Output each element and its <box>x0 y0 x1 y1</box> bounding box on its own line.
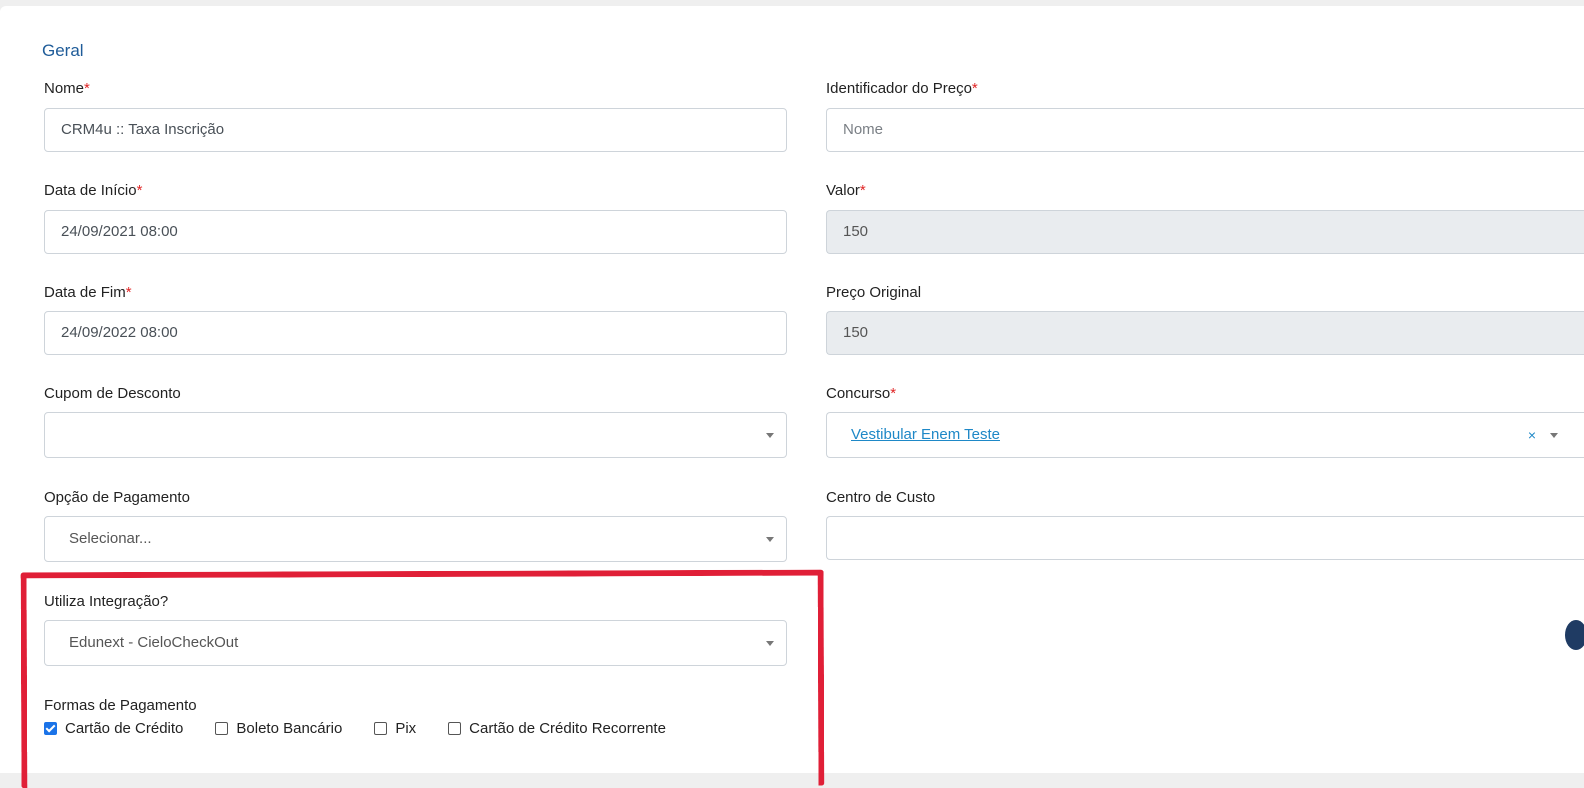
data-fim-label: Data de Fim* <box>44 284 132 301</box>
cupom-label: Cupom de Desconto <box>44 385 181 402</box>
required-mark: * <box>125 284 132 301</box>
clear-icon[interactable]: × <box>1528 413 1536 457</box>
nome-label: Nome* <box>44 80 90 97</box>
cupom-select[interactable] <box>44 412 787 458</box>
required-mark: * <box>136 182 143 199</box>
data-inicio-label-text: Data de Início <box>44 182 137 199</box>
chevron-down-icon <box>766 537 774 542</box>
concurso-select[interactable]: Vestibular Enem Teste × <box>826 412 1584 458</box>
chevron-down-icon <box>766 433 774 438</box>
preco-original-label: Preço Original <box>826 284 922 301</box>
data-fim-label-text: Data de Fim <box>44 284 126 301</box>
opcao-pagamento-select[interactable]: Selecionar... <box>44 516 787 562</box>
concurso-label-text: Concurso <box>826 385 891 402</box>
concurso-label: Concurso* <box>826 385 896 402</box>
preco-original-input: 150 <box>826 311 1584 355</box>
required-mark: * <box>890 385 897 402</box>
data-inicio-input[interactable]: 24/09/2021 08:00 <box>44 210 787 254</box>
centro-custo-label: Centro de Custo <box>826 489 936 506</box>
nome-input[interactable]: CRM4u :: Taxa Inscrição <box>44 108 787 152</box>
chevron-down-icon <box>1550 433 1558 438</box>
valor-label: Valor* <box>826 182 866 199</box>
identificador-input[interactable]: Nome <box>826 108 1584 152</box>
identificador-label: Identificador do Preço* <box>826 80 978 97</box>
data-fim-input[interactable]: 24/09/2022 08:00 <box>44 311 787 355</box>
annotation-highlight-box <box>20 569 825 788</box>
required-mark: * <box>84 80 90 97</box>
valor-label-text: Valor <box>826 182 860 199</box>
centro-custo-input[interactable] <box>826 516 1584 560</box>
valor-input: 150 <box>826 210 1584 254</box>
identificador-label-text: Identificador do Preço <box>826 80 972 97</box>
concurso-selected-tag[interactable]: Vestibular Enem Teste <box>851 426 1000 443</box>
required-mark: * <box>971 80 978 97</box>
required-mark: * <box>859 182 866 199</box>
floating-action-button[interactable] <box>1565 620 1584 650</box>
opcao-pagamento-label: Opção de Pagamento <box>44 489 190 506</box>
opcao-pagamento-value: Selecionar... <box>69 530 152 547</box>
section-title: Geral <box>42 41 84 60</box>
data-inicio-label: Data de Início* <box>44 182 142 199</box>
nome-label-text: Nome <box>44 80 85 97</box>
